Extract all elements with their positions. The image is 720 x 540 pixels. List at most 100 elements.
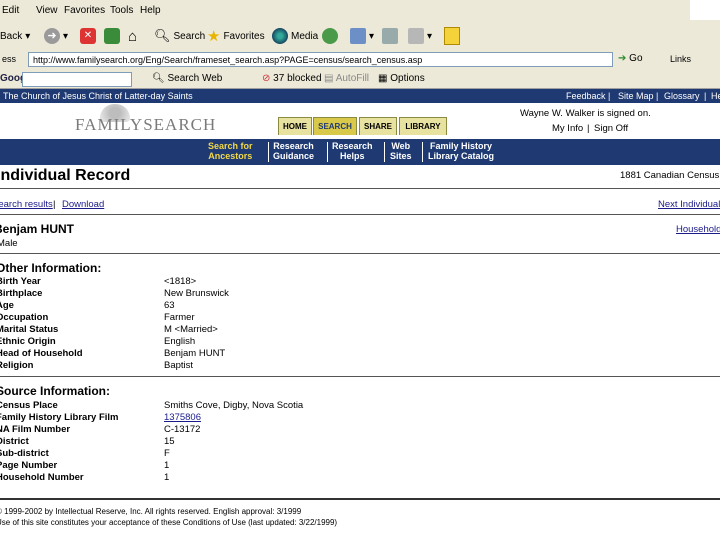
field-label: Household Number	[0, 472, 84, 483]
sign-off-link[interactable]: Sign Off	[594, 123, 628, 134]
forward-button[interactable]: ➜ ▾	[44, 27, 68, 45]
field-label: Page Number	[0, 460, 58, 471]
favorites-label: Favorites	[223, 30, 265, 42]
census-label: 1881 Canadian Census	[620, 170, 720, 181]
go-arrow-icon: ➔	[618, 53, 627, 64]
field-value: Smiths Cove, Digby, Nova Scotia	[164, 400, 304, 411]
field-value: Baptist	[164, 360, 194, 371]
edit-icon	[408, 28, 424, 44]
favorites-button[interactable]: ★ Favorites	[207, 27, 265, 45]
back-label: Back	[0, 30, 23, 42]
media-button[interactable]: Media	[272, 27, 318, 45]
links-button[interactable]: Links	[670, 54, 691, 64]
page-title: Individual Record	[0, 167, 131, 184]
autofill-button[interactable]: ▤ AutoFill	[324, 73, 369, 84]
google-search-input[interactable]	[22, 72, 132, 87]
film-number-link[interactable]: 1375806	[164, 412, 201, 423]
field-value: 1	[164, 472, 170, 483]
search-label: Search	[173, 30, 206, 42]
tab-library[interactable]: LIBRARY	[399, 117, 447, 135]
home-icon: ⌂	[128, 27, 138, 45]
history-button[interactable]	[322, 27, 338, 45]
go-button[interactable]: ➔ Go	[618, 53, 643, 64]
nav-search-for-ancestors[interactable]: Search for Ancestors	[208, 141, 253, 161]
search-button[interactable]: 🔍︎ Search	[154, 27, 205, 45]
stop-button[interactable]: ✕	[80, 27, 96, 45]
field-label: Ethnic Origin	[0, 336, 56, 347]
search-results-link[interactable]: Search results	[0, 199, 53, 210]
divider	[0, 253, 720, 254]
divider	[0, 376, 720, 377]
field-label: Family History Library Film	[0, 412, 119, 423]
print-icon	[382, 28, 398, 44]
field-label: Age	[0, 300, 14, 311]
field-label: Sub-district	[0, 448, 49, 459]
nav-family-history-library-catalog[interactable]: Family History Library Catalog	[428, 141, 494, 161]
household-link[interactable]: Household	[676, 224, 720, 235]
tab-share[interactable]: SHARE	[359, 117, 397, 135]
field-label: NA Film Number	[0, 424, 71, 435]
messenger-button[interactable]	[444, 27, 460, 45]
refresh-button[interactable]	[104, 27, 120, 45]
divider	[0, 188, 720, 189]
google-search-web-button[interactable]: 🔍︎ Search Web	[152, 73, 222, 84]
nav-research-guidance[interactable]: Research Guidance	[273, 141, 314, 161]
individual-sex: Male	[0, 238, 18, 249]
dropdown-icon: ▾	[25, 30, 31, 42]
refresh-icon	[104, 28, 120, 44]
standard-toolbar: Back ▾ ➜ ▾ ✕ ⌂ 🔍︎ Search ★ Favorites Med…	[0, 22, 720, 51]
field-value: New Brunswick	[164, 288, 229, 299]
field-value: Farmer	[164, 312, 195, 323]
download-link[interactable]: Download	[62, 199, 104, 210]
tab-home[interactable]: HOME	[278, 117, 312, 135]
field-value: Benjam HUNT	[164, 348, 226, 359]
menu-help[interactable]: Help	[140, 5, 161, 16]
back-button[interactable]: Back ▾	[0, 27, 30, 45]
divider	[0, 498, 720, 500]
field-value: 15	[164, 436, 175, 447]
print-button[interactable]	[382, 27, 398, 45]
site-map-link[interactable]: Site Map	[618, 91, 654, 101]
copyright-footer: © 1999-2002 by Intellectual Reserve, Inc…	[0, 507, 302, 516]
mail-button[interactable]: ▾	[350, 27, 374, 45]
dropdown-icon: ▾	[427, 30, 433, 42]
field-label: Occupation	[0, 312, 49, 323]
feedback-link[interactable]: Feedback	[566, 91, 606, 101]
google-toolbar: Google 🔍︎ Search Web ⊘ 37 blocked ▤ Auto…	[0, 70, 720, 89]
edit-button[interactable]: ▾	[408, 27, 432, 45]
menu-favorites[interactable]: Favorites	[64, 5, 105, 16]
menu-edit[interactable]: Edit	[2, 5, 19, 16]
conditions-footer: Use of this site constitutes your accept…	[0, 518, 338, 527]
menu-tools[interactable]: Tools	[110, 5, 133, 16]
source-information-heading: Source Information:	[0, 384, 111, 398]
nav-research-helps[interactable]: Research Helps	[332, 141, 373, 161]
field-value: M <Married>	[164, 324, 218, 335]
my-info-link[interactable]: My Info	[552, 123, 583, 134]
field-label: District	[0, 436, 29, 447]
field-label: Birthplace	[0, 288, 43, 299]
church-link[interactable]: The Church of Jesus Christ of Latter-day…	[3, 91, 193, 101]
help-link[interactable]: Help	[711, 91, 720, 101]
media-icon	[272, 28, 288, 44]
individual-name: Benjam HUNT	[0, 222, 75, 236]
field-value: <1818>	[164, 276, 197, 287]
field-value: C-13172	[164, 424, 201, 435]
menu-view[interactable]: View	[36, 5, 58, 16]
star-icon: ★	[207, 28, 221, 45]
address-input[interactable]: http://www.familysearch.org/Eng/Search/f…	[28, 52, 613, 67]
mail-icon	[350, 28, 366, 44]
glossary-link[interactable]: Glossary	[664, 91, 700, 101]
field-value: F	[164, 448, 170, 459]
popup-blocked-button[interactable]: ⊘ 37 blocked	[262, 73, 322, 84]
tab-search[interactable]: SEARCH	[313, 117, 357, 135]
next-individual-link[interactable]: Next Individual	[658, 199, 720, 210]
blocked-icon: ⊘	[262, 73, 271, 84]
options-button[interactable]: ▦ Options	[378, 73, 425, 84]
address-bar: ess http://www.familysearch.org/Eng/Sear…	[0, 50, 720, 71]
field-label: Religion	[0, 360, 34, 371]
dropdown-icon: ▾	[369, 30, 375, 42]
nav-web-sites[interactable]: Web Sites	[390, 141, 412, 161]
home-button[interactable]: ⌂	[128, 27, 137, 45]
field-label: Birth Year	[0, 276, 41, 287]
familysearch-logo[interactable]: FAMILYSEARCH	[75, 115, 216, 135]
